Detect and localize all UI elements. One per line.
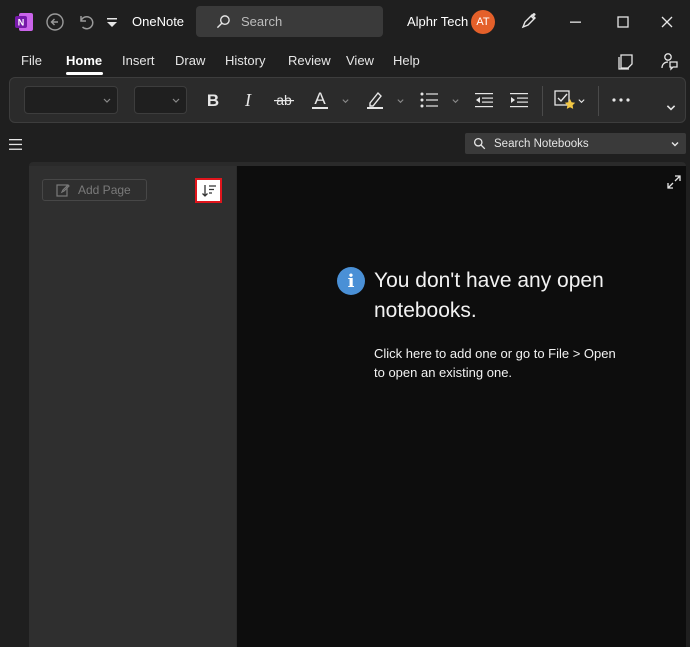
maximize-button[interactable] <box>612 11 634 33</box>
pen-icon[interactable] <box>518 10 540 32</box>
highlight-icon[interactable] <box>364 88 386 112</box>
tab-help[interactable]: Help <box>393 53 420 68</box>
ribbon-divider <box>542 86 543 116</box>
sort-icon <box>201 184 216 197</box>
expand-icon[interactable] <box>665 173 683 191</box>
svg-text:A: A <box>314 89 326 108</box>
sticky-notes-icon[interactable] <box>616 52 636 72</box>
increase-indent-icon[interactable] <box>508 88 530 112</box>
tab-file[interactable]: File <box>21 53 42 68</box>
search-input[interactable]: Search <box>196 6 383 37</box>
close-button[interactable] <box>656 11 678 33</box>
avatar[interactable]: AT <box>471 10 495 34</box>
app-title: OneNote <box>132 14 185 29</box>
empty-state-title: You don't have any open notebooks. <box>374 269 604 322</box>
page-list-pane <box>29 166 236 647</box>
bold-icon[interactable]: B <box>203 88 223 112</box>
menu-bar: File Home Insert Draw History Review Vie… <box>0 44 690 76</box>
page-canvas[interactable] <box>237 166 686 647</box>
more-icon[interactable] <box>610 88 632 112</box>
chevron-down-icon[interactable] <box>340 88 350 112</box>
info-icon: i <box>337 267 365 295</box>
navigation-menu-icon[interactable] <box>8 138 22 150</box>
svg-text:N: N <box>18 18 25 28</box>
minimize-button[interactable] <box>565 11 587 33</box>
tab-home[interactable]: Home <box>66 53 102 68</box>
svg-text:B: B <box>207 91 219 109</box>
decrease-indent-icon[interactable] <box>473 88 495 112</box>
chevron-down-icon[interactable] <box>450 88 460 112</box>
todo-tag-icon[interactable] <box>553 88 577 112</box>
sort-pages-button[interactable] <box>195 178 222 203</box>
chevron-down-icon[interactable] <box>395 88 405 112</box>
svg-text:I: I <box>244 91 252 109</box>
expand-ribbon-icon[interactable] <box>664 100 678 114</box>
customize-quick-access-button[interactable] <box>104 13 120 31</box>
search-placeholder: Search <box>241 14 283 29</box>
tab-view[interactable]: View <box>346 53 374 68</box>
active-tab-indicator <box>66 72 103 75</box>
empty-state-link[interactable]: Click here to add one or go to File > Op… <box>374 344 624 382</box>
font-family-dropdown[interactable] <box>24 86 118 114</box>
chevron-down-icon[interactable] <box>576 88 586 112</box>
ribbon-divider <box>598 86 599 116</box>
search-notebooks-placeholder: Search Notebooks <box>494 137 589 150</box>
font-color-icon[interactable]: A <box>309 88 331 112</box>
add-page-button[interactable]: Add Page <box>42 179 147 201</box>
chevron-down-icon <box>172 98 180 103</box>
tab-review[interactable]: Review <box>288 53 331 68</box>
add-page-label: Add Page <box>78 183 131 197</box>
chevron-down-icon <box>103 98 111 103</box>
add-page-icon <box>56 184 70 197</box>
search-icon <box>216 15 230 29</box>
tab-history[interactable]: History <box>225 53 265 68</box>
title-bar: N OneNote Search Alphr Tech AT <box>0 0 690 44</box>
bullets-icon[interactable] <box>418 88 440 112</box>
italic-icon[interactable]: I <box>238 88 258 112</box>
tab-draw[interactable]: Draw <box>175 53 205 68</box>
onenote-logo-icon: N <box>14 12 34 32</box>
share-icon[interactable] <box>659 50 679 72</box>
chevron-down-icon[interactable] <box>670 139 680 149</box>
search-notebooks-input[interactable]: Search Notebooks <box>465 133 686 154</box>
back-button[interactable] <box>44 11 66 33</box>
font-size-dropdown[interactable] <box>134 86 187 114</box>
tab-insert[interactable]: Insert <box>122 53 155 68</box>
strikethrough-icon[interactable]: ab <box>272 88 296 112</box>
ribbon-toolbar: B I ab A <box>9 77 686 123</box>
undo-button[interactable] <box>74 11 96 33</box>
user-name[interactable]: Alphr Tech <box>407 14 468 29</box>
search-icon <box>473 137 486 150</box>
